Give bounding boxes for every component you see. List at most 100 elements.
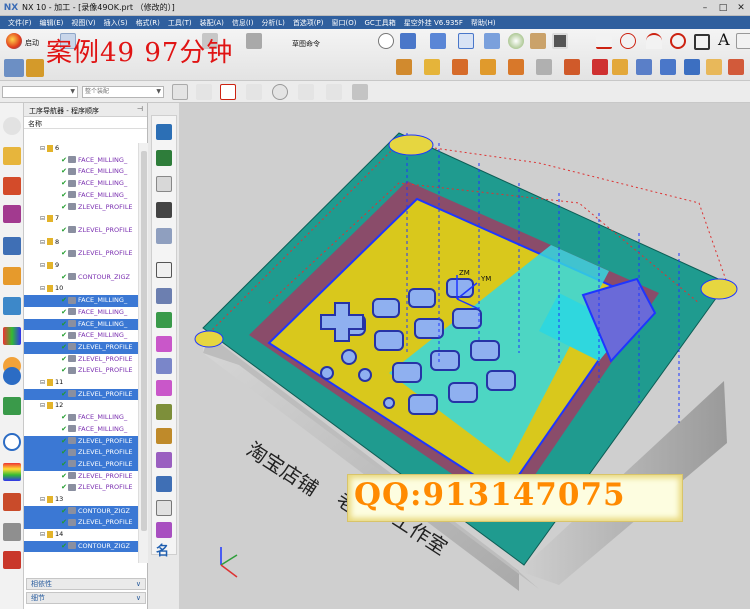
create-geometry-icon[interactable] xyxy=(424,59,440,75)
info-icon[interactable] xyxy=(3,367,21,385)
shade-icon[interactable] xyxy=(246,33,262,49)
operation-row[interactable]: ✔ CONTOUR_ZIGZ xyxy=(24,505,138,518)
snap-center-icon[interactable] xyxy=(272,84,288,100)
snap-endpoint-icon[interactable] xyxy=(196,84,212,100)
operation-row[interactable]: ✔ ZLEVEL_PROFILE xyxy=(24,202,138,214)
library-icon[interactable] xyxy=(684,59,700,75)
text-tool-icon[interactable]: A xyxy=(718,30,730,49)
expand-icon[interactable]: ⊟ xyxy=(40,379,47,386)
operation-row[interactable]: ✔ ZLEVEL_PROFILE xyxy=(24,458,138,471)
program-group-icon[interactable] xyxy=(4,59,24,77)
operation-icon[interactable] xyxy=(26,59,44,77)
program-group-row[interactable]: ⊟ 11 xyxy=(24,377,138,389)
output-cls-icon[interactable] xyxy=(612,59,628,75)
generate-toolpath-icon[interactable] xyxy=(480,59,496,75)
menu-plugin[interactable]: 星空外挂 V6.935F xyxy=(400,18,467,28)
replay-icon[interactable] xyxy=(156,452,172,468)
machine-icon[interactable] xyxy=(728,59,744,75)
history-icon[interactable] xyxy=(3,297,21,315)
simulate-icon[interactable] xyxy=(536,59,552,75)
scrollbar-thumb[interactable] xyxy=(141,151,147,531)
operation-row[interactable]: ✔ ZLEVEL_PROFILE xyxy=(24,517,138,530)
expand-icon[interactable]: ⊟ xyxy=(40,262,47,269)
postprocess-icon[interactable] xyxy=(564,59,580,75)
snap-solid-icon[interactable] xyxy=(352,84,368,100)
program-group-row[interactable]: ⊟ 13 xyxy=(24,494,138,506)
plunge-mill-icon[interactable] xyxy=(156,150,172,166)
profile-icon[interactable] xyxy=(156,202,172,218)
fixed-contour-icon[interactable] xyxy=(156,262,172,278)
operation-row[interactable]: ✔ ZLEVEL_PROFILE xyxy=(24,365,138,377)
operation-row[interactable]: ✔ FACE_MILLING_ xyxy=(24,155,138,167)
operation-row[interactable]: ✔ FACE_MILLING_ xyxy=(24,307,138,319)
dependencies-panel[interactable]: 相依性 ∨ xyxy=(26,578,146,590)
generate-icon[interactable] xyxy=(156,428,172,444)
line-icon[interactable] xyxy=(596,33,612,49)
filter-icon[interactable] xyxy=(172,84,188,100)
wire-cube-icon[interactable] xyxy=(458,33,474,49)
operation-row[interactable]: ✔ ZLEVEL_PROFILE xyxy=(24,482,138,494)
name-icon[interactable]: 名 xyxy=(156,540,172,559)
sketch-label[interactable]: 草图命令 xyxy=(292,39,320,49)
operation-row[interactable]: ✔ FACE_MILLING_ xyxy=(24,178,138,190)
snap-midpoint-icon[interactable] xyxy=(246,84,262,100)
color-scale-icon[interactable] xyxy=(3,463,21,481)
material-icon[interactable] xyxy=(530,33,546,49)
minimize-button[interactable]: – xyxy=(696,1,714,15)
layer-icon[interactable] xyxy=(400,33,416,49)
planar-text-icon[interactable] xyxy=(156,380,172,396)
operation-row[interactable]: ✔ FACE_MILLING_ xyxy=(24,330,138,342)
verify-icon[interactable] xyxy=(508,59,524,75)
expand-icon[interactable]: ⊟ xyxy=(40,145,47,152)
snap-polygon-icon[interactable] xyxy=(298,84,314,100)
menu-format[interactable]: 格式(R) xyxy=(132,18,164,28)
circle-icon[interactable] xyxy=(670,33,686,49)
part-navigator-icon[interactable] xyxy=(3,205,21,223)
flowcut-icon[interactable] xyxy=(156,288,172,304)
create-method-icon[interactable] xyxy=(452,59,468,75)
menu-analysis[interactable]: 分析(L) xyxy=(257,18,288,28)
selection-scope-dropdown[interactable]: 整个装配 ▼ xyxy=(82,86,164,98)
operation-row[interactable]: ✔ ZLEVEL_PROFILE xyxy=(24,435,138,448)
menu-edit[interactable]: 编辑(E) xyxy=(36,18,68,28)
rectangle-icon[interactable] xyxy=(694,34,710,50)
operation-row[interactable]: ✔ ZLEVEL_PROFILE xyxy=(24,388,138,401)
menu-window[interactable]: 窗口(O) xyxy=(328,18,361,28)
thread-mill-icon[interactable] xyxy=(156,336,172,352)
face-mill-icon[interactable] xyxy=(156,176,172,192)
menu-assembly[interactable]: 装配(A) xyxy=(196,18,228,28)
expand-icon[interactable]: ⊟ xyxy=(40,215,47,222)
column-header-name[interactable]: 名称 xyxy=(24,117,147,129)
list-icon[interactable] xyxy=(156,500,172,516)
start-label[interactable]: 启动 xyxy=(25,38,39,48)
book-icon[interactable] xyxy=(660,59,676,75)
operation-row[interactable]: ✔ ZLEVEL_PROFILE xyxy=(24,341,138,354)
operation-row[interactable]: ✔ FACE_MILLING_ xyxy=(24,190,138,202)
operation-row[interactable]: ✔ FACE_MILLING_ xyxy=(24,412,138,424)
reuse-library-icon[interactable] xyxy=(3,267,21,285)
program-group-row[interactable]: ⊟ 9 xyxy=(24,260,138,272)
pin-icon[interactable]: ⊣ xyxy=(137,105,143,113)
operation-row[interactable]: ✔ ZLEVEL_PROFILE xyxy=(24,225,138,237)
refresh-icon[interactable] xyxy=(3,397,21,415)
operation-row[interactable]: ✔ ZLEVEL_PROFILE xyxy=(24,447,138,459)
drill-icon[interactable] xyxy=(156,312,172,328)
program-group-row[interactable]: ⊟ 14 xyxy=(24,529,138,541)
menu-insert[interactable]: 插入(S) xyxy=(100,18,132,28)
menu-view[interactable]: 视图(V) xyxy=(67,18,99,28)
roles-icon[interactable] xyxy=(3,493,21,511)
menu-tools[interactable]: 工具(T) xyxy=(164,18,196,28)
create-tool-icon[interactable] xyxy=(396,59,412,75)
maximize-button[interactable]: □ xyxy=(714,1,732,15)
operation-row[interactable]: ✔ ZLEVEL_PROFILE xyxy=(24,248,138,260)
program-group-row[interactable]: ⊟ 7 xyxy=(24,213,138,225)
cavity-mill-icon[interactable] xyxy=(156,124,172,140)
box-icon[interactable] xyxy=(706,59,722,75)
details-panel[interactable]: 细节 ∨ xyxy=(26,592,146,604)
sphere-icon[interactable] xyxy=(508,33,524,49)
program-group-row[interactable]: ⊟ 8 xyxy=(24,237,138,249)
menu-file[interactable]: 文件(F) xyxy=(4,18,36,28)
start-icon[interactable] xyxy=(6,33,22,49)
operation-row[interactable]: ✔ FACE_MILLING_ xyxy=(24,166,138,178)
background-icon[interactable] xyxy=(552,33,568,49)
